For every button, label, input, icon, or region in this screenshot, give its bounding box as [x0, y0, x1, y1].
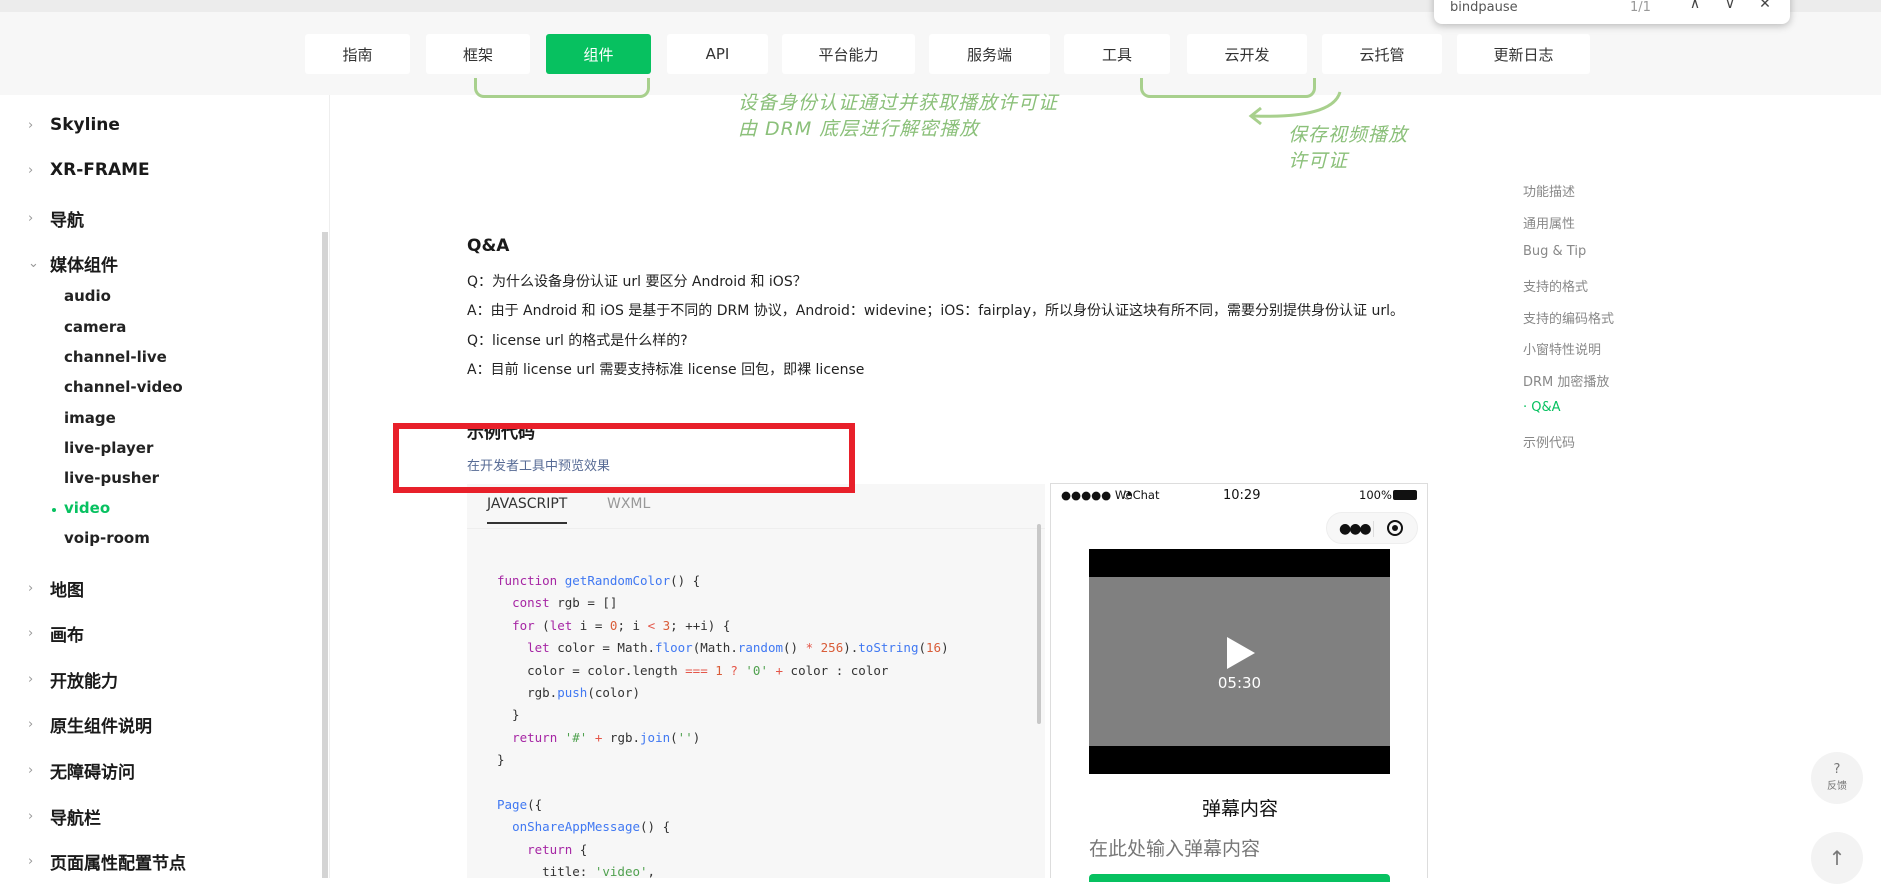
- diagram-box: [474, 78, 650, 98]
- code-scrollbar[interactable]: [1037, 524, 1041, 724]
- send-danmu-button[interactable]: [1089, 874, 1390, 882]
- sidebar-group-nav[interactable]: › 导航: [28, 206, 84, 231]
- highlight-annotation: [393, 423, 855, 493]
- chevron-right-icon: ›: [28, 626, 34, 641]
- chevron-right-icon: ›: [28, 717, 34, 732]
- chevron-down-icon: ⌄: [28, 256, 39, 271]
- qa-question: Q：license url 的格式是什么样的?: [467, 333, 688, 349]
- nav-api[interactable]: API: [667, 34, 768, 74]
- chevron-right-icon: ›: [28, 672, 34, 687]
- play-icon[interactable]: [1227, 637, 1255, 669]
- video-duration: 05:30: [1217, 674, 1262, 692]
- video-frame: 05:30: [1089, 577, 1390, 746]
- capsule-separator: [1373, 521, 1374, 537]
- toc-item[interactable]: 支持的格式: [1523, 276, 1588, 295]
- nav-guide[interactable]: 指南: [305, 34, 410, 74]
- danmu-title: 弹幕内容: [1201, 798, 1278, 820]
- feedback-label: 反馈: [1827, 781, 1847, 792]
- sidebar-item-voip-room[interactable]: voip-room: [64, 529, 150, 547]
- chevron-right-icon: ›: [28, 854, 34, 869]
- sidebar-group-media[interactable]: ⌄ 媒体组件: [28, 251, 118, 276]
- toc-item[interactable]: 功能描述: [1523, 181, 1575, 200]
- code-panel: JAVASCRIPT WXML function getRandomColor(…: [467, 484, 1045, 879]
- toc-item[interactable]: 小窗特性说明: [1523, 339, 1601, 358]
- mini-program-capsule: ●●●: [1326, 512, 1418, 544]
- diagram-text: 设备身份认证通过并获取播放许可证 由 DRM 底层进行解密播放: [738, 92, 1059, 140]
- toc-item-active[interactable]: · Q&A: [1523, 400, 1561, 415]
- wifi-icon: ◔: [1123, 488, 1133, 501]
- sidebar-group-map[interactable]: › 地图: [28, 576, 84, 601]
- feedback-button[interactable]: ? 反馈: [1811, 752, 1863, 804]
- question-icon: ?: [1833, 762, 1841, 777]
- toc-item[interactable]: DRM 加密播放: [1523, 371, 1609, 390]
- chevron-right-icon: ›: [28, 763, 34, 778]
- nav-server[interactable]: 服务端: [929, 34, 1050, 74]
- toc-item[interactable]: 支持的编码格式: [1523, 308, 1614, 327]
- find-next-button[interactable]: ∨: [1719, 0, 1741, 18]
- nav-framework[interactable]: 框架: [426, 34, 530, 74]
- sidebar-group-navbar[interactable]: › 导航栏: [28, 804, 101, 829]
- status-time: 10:29: [1223, 488, 1261, 503]
- sidebar-item-video[interactable]: video: [64, 499, 110, 517]
- sidebar-group-accessibility[interactable]: › 无障碍访问: [28, 758, 135, 783]
- nav-tools[interactable]: 工具: [1064, 34, 1170, 74]
- sidebar-group-native[interactable]: › 原生组件说明: [28, 712, 152, 737]
- sidebar-item-live-player[interactable]: live-player: [64, 439, 153, 457]
- sidebar-item-channel-video[interactable]: channel-video: [64, 378, 183, 396]
- sidebar-scrollbar[interactable]: [322, 232, 328, 878]
- nav-changelog[interactable]: 更新日志: [1457, 34, 1590, 74]
- qa-heading: Q&A: [467, 236, 510, 256]
- battery-icon: [1393, 490, 1417, 500]
- sidebar-group-xr-frame[interactable]: › XR-FRAME: [28, 160, 150, 180]
- nav-platform[interactable]: 平台能力: [782, 34, 915, 74]
- code-block: function getRandomColor() { const rgb = …: [497, 573, 949, 880]
- chevron-right-icon: ›: [28, 581, 34, 596]
- find-close-button[interactable]: ✕: [1754, 0, 1776, 18]
- close-target-icon[interactable]: [1387, 520, 1403, 536]
- toc-item[interactable]: 通用属性: [1523, 213, 1575, 232]
- more-icon[interactable]: ●●●: [1339, 521, 1372, 537]
- qa-answer: A：由于 Android 和 iOS 是基于不同的 DRM 协议，Android…: [467, 303, 1404, 319]
- chevron-right-icon: ›: [28, 117, 34, 133]
- back-to-top-button[interactable]: ↑: [1811, 832, 1863, 884]
- danmu-input[interactable]: 在此处输入弹幕内容: [1089, 834, 1260, 861]
- tab-wxml[interactable]: WXML: [607, 496, 650, 512]
- chevron-right-icon: ›: [28, 211, 34, 226]
- nav-components[interactable]: 组件: [546, 34, 651, 74]
- sidebar-divider: [329, 95, 330, 878]
- find-bar: bindpause 1/1 ∧ ∨ ✕: [1434, 0, 1790, 24]
- sidebar-item-audio[interactable]: audio: [64, 287, 111, 305]
- toc-item[interactable]: Bug & Tip: [1523, 244, 1586, 259]
- sidebar-item-image[interactable]: image: [64, 409, 116, 427]
- find-query[interactable]: bindpause: [1450, 0, 1518, 15]
- sidebar-item-camera[interactable]: camera: [64, 318, 126, 336]
- sidebar-group-open[interactable]: › 开放能力: [28, 667, 118, 692]
- chevron-right-icon: ›: [28, 809, 34, 824]
- sidebar-group-skyline[interactable]: › Skyline: [28, 115, 120, 135]
- toc-item[interactable]: 示例代码: [1523, 432, 1575, 451]
- phone-preview: ●●●●● WeChat ◔ 10:29 100% ●●● 05:30 弹幕内容…: [1050, 483, 1428, 882]
- status-carrier: ●●●●● WeChat: [1061, 488, 1160, 502]
- chevron-right-icon: ›: [28, 162, 34, 178]
- tab-javascript[interactable]: JAVASCRIPT: [487, 496, 568, 524]
- sidebar-group-page-config[interactable]: › 页面属性配置节点: [28, 849, 186, 874]
- active-dot: [52, 508, 56, 512]
- sidebar-group-canvas[interactable]: › 画布: [28, 621, 84, 646]
- find-prev-button[interactable]: ∧: [1684, 0, 1706, 18]
- status-battery: 100%: [1359, 488, 1392, 502]
- find-count: 1/1: [1630, 0, 1651, 15]
- qa-answer: A：目前 license url 需要支持标准 license 回包，即裸 li…: [467, 362, 865, 378]
- nav-cloud-dev[interactable]: 云开发: [1187, 34, 1307, 74]
- video-player[interactable]: 05:30: [1089, 549, 1390, 774]
- nav-cloud-hosting[interactable]: 云托管: [1322, 34, 1442, 74]
- diagram-text: 保存视频播放 许可证: [1288, 124, 1409, 172]
- tab-divider: [467, 528, 1045, 529]
- qa-question: Q：为什么设备身份认证 url 要区分 Android 和 iOS？: [467, 274, 807, 290]
- sidebar-item-live-pusher[interactable]: live-pusher: [64, 469, 159, 487]
- sidebar-item-channel-live[interactable]: channel-live: [64, 348, 167, 366]
